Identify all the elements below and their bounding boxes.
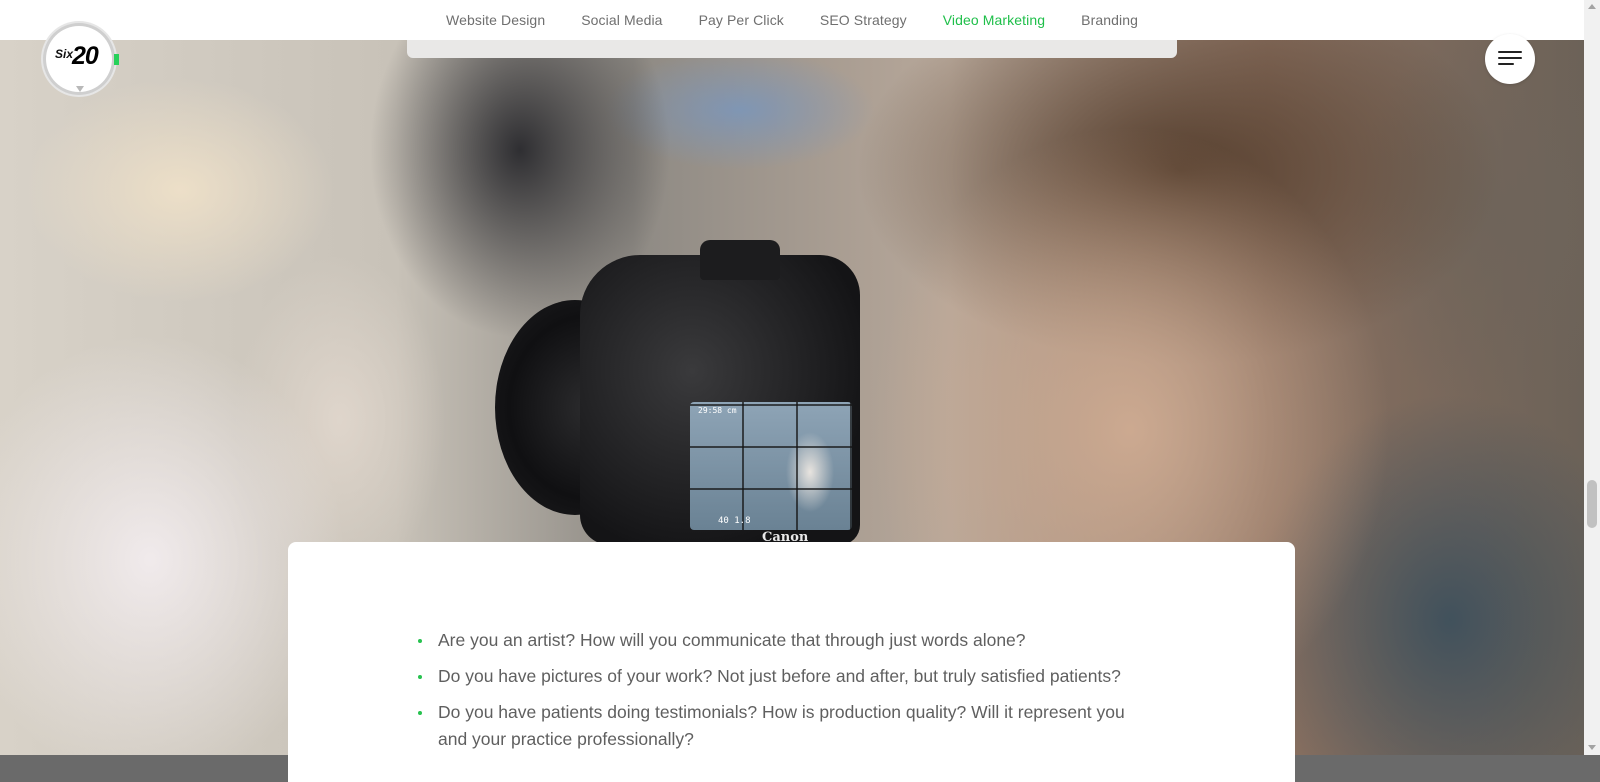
nav-dropdown-panel bbox=[407, 40, 1177, 58]
scroll-down-icon[interactable] bbox=[1588, 745, 1596, 750]
camera-readout: 29:58 cm bbox=[698, 406, 737, 415]
logo-number-text: 20 bbox=[72, 42, 99, 70]
camera-iso: 40 1.8 bbox=[718, 516, 751, 526]
logo-accent-bar bbox=[114, 54, 119, 65]
list-item: Do you have pictures of your work? Not j… bbox=[418, 663, 1158, 690]
nav-item-website-design[interactable]: Website Design bbox=[428, 12, 563, 28]
list-item: Are you an artist? How will you communic… bbox=[418, 627, 1158, 654]
scrollbar-thumb[interactable] bbox=[1587, 480, 1597, 528]
six20-logo[interactable]: Six 20 bbox=[46, 26, 112, 92]
nav-item-pay-per-click[interactable]: Pay Per Click bbox=[681, 12, 802, 28]
scroll-up-icon[interactable] bbox=[1588, 4, 1596, 9]
nav-item-branding[interactable]: Branding bbox=[1063, 12, 1156, 28]
list-item-text: Are you an artist? How will you communic… bbox=[438, 630, 1026, 650]
list-item-text: Do you have patients doing testimonials?… bbox=[438, 702, 1125, 749]
page-scrollbar[interactable] bbox=[1584, 0, 1600, 755]
question-list: Are you an artist? How will you communic… bbox=[418, 627, 1158, 762]
list-item-text: Do you have pictures of your work? Not j… bbox=[438, 666, 1121, 686]
nav-item-video-marketing[interactable]: Video Marketing bbox=[925, 12, 1063, 28]
list-item: Do you have patients doing testimonials?… bbox=[418, 699, 1158, 753]
logo-six-text: Six bbox=[55, 47, 74, 61]
bullet-icon bbox=[418, 675, 422, 679]
nav-item-social-media[interactable]: Social Media bbox=[563, 12, 680, 28]
menu-button[interactable] bbox=[1485, 34, 1535, 84]
bullet-icon bbox=[418, 639, 422, 643]
camera-viewfinder bbox=[700, 240, 780, 280]
content-card: Are you an artist? How will you communic… bbox=[288, 542, 1295, 782]
nav-item-seo-strategy[interactable]: SEO Strategy bbox=[802, 12, 925, 28]
bullet-icon bbox=[418, 711, 422, 715]
top-nav: Website Design Social Media Pay Per Clic… bbox=[0, 0, 1584, 40]
camera-screen bbox=[690, 402, 852, 530]
logo-pointer bbox=[76, 86, 84, 92]
